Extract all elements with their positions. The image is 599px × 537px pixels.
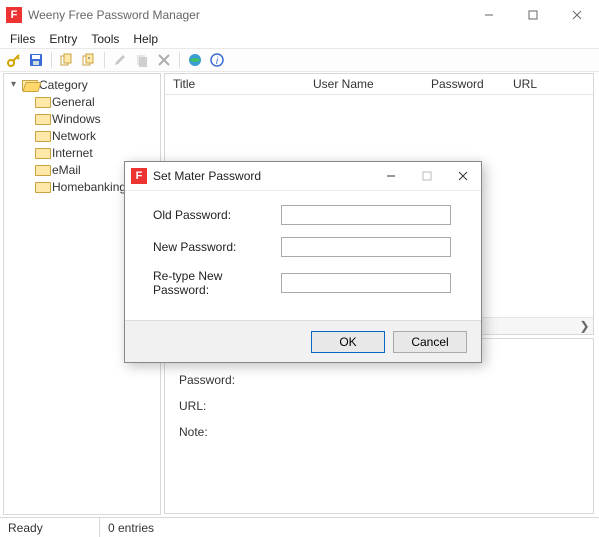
dialog-title: Set Mater Password (153, 169, 261, 183)
old-password-input[interactable] (281, 205, 451, 225)
separator (51, 52, 52, 68)
old-password-label: Old Password: (153, 208, 281, 222)
dialog-titlebar: F Set Mater Password (125, 162, 481, 191)
globe-icon[interactable] (185, 50, 205, 70)
menu-help[interactable]: Help (127, 31, 164, 47)
tree-item-windows[interactable]: Windows (4, 110, 160, 127)
close-button[interactable] (555, 0, 599, 29)
app-icon: F (6, 7, 22, 23)
folder-icon (35, 113, 49, 124)
tree-label: Internet (52, 146, 93, 160)
delete-icon[interactable] (154, 50, 174, 70)
key-icon[interactable] (4, 50, 24, 70)
titlebar: F Weeny Free Password Manager (0, 0, 599, 29)
scroll-right-icon[interactable]: ❯ (576, 318, 593, 335)
tree-item-internet[interactable]: Internet (4, 144, 160, 161)
tree-item-network[interactable]: Network (4, 127, 160, 144)
statusbar: Ready 0 entries (0, 517, 599, 537)
tree-label: Network (52, 129, 96, 143)
tree-item-general[interactable]: General (4, 93, 160, 110)
detail-password-label: Password: (179, 373, 579, 387)
folder-icon (35, 147, 49, 158)
retype-password-input[interactable] (281, 273, 451, 293)
menu-tools[interactable]: Tools (85, 31, 125, 47)
menu-entry[interactable]: Entry (43, 31, 83, 47)
detail-panel: User Name: Password: URL: Note: (164, 338, 594, 514)
folder-icon (35, 164, 49, 175)
dialog-minimize-button[interactable] (373, 162, 409, 190)
tree-label: Homebanking (52, 180, 126, 194)
folder-icon (35, 181, 49, 192)
detail-note-label: Note: (179, 425, 579, 439)
column-title[interactable]: Title (165, 74, 305, 94)
dialog-close-button[interactable] (445, 162, 481, 190)
folder-icon (35, 96, 49, 107)
retype-password-label: Re-type New Password: (153, 269, 281, 297)
tree-label: eMail (52, 163, 81, 177)
new-password-label: New Password: (153, 240, 281, 254)
dialog-app-icon: F (131, 168, 147, 184)
dialog-maximize-button (409, 162, 445, 190)
tree-label: General (52, 95, 95, 109)
menu-files[interactable]: Files (4, 31, 41, 47)
tree-root-category[interactable]: ▾ Category (4, 76, 160, 93)
set-master-password-dialog: F Set Mater Password Old Password: New P… (124, 161, 482, 363)
duplicate-icon[interactable] (132, 50, 152, 70)
separator (179, 52, 180, 68)
separator (104, 52, 105, 68)
list-header: Title User Name Password URL (165, 74, 593, 95)
column-username[interactable]: User Name (305, 74, 423, 94)
detail-url-label: URL: (179, 399, 579, 413)
tree-label: Windows (52, 112, 101, 126)
save-icon[interactable] (26, 50, 46, 70)
copy-password-icon[interactable] (79, 50, 99, 70)
toolbar: i (0, 48, 599, 72)
expand-icon[interactable]: ▾ (8, 79, 19, 90)
menubar: Files Entry Tools Help (0, 29, 599, 48)
copy-user-icon[interactable] (57, 50, 77, 70)
new-password-input[interactable] (281, 237, 451, 257)
tree-label: Category (39, 78, 88, 92)
ok-button[interactable]: OK (311, 331, 385, 353)
edit-icon[interactable] (110, 50, 130, 70)
status-entries: 0 entries (100, 518, 162, 537)
maximize-button[interactable] (511, 0, 555, 29)
status-ready: Ready (0, 518, 100, 537)
folder-icon (35, 130, 49, 141)
column-password[interactable]: Password (423, 74, 505, 94)
column-url[interactable]: URL (505, 74, 593, 94)
info-icon[interactable]: i (207, 50, 227, 70)
folder-open-icon (22, 79, 36, 90)
cancel-button[interactable]: Cancel (393, 331, 467, 353)
minimize-button[interactable] (467, 0, 511, 29)
app-title: Weeny Free Password Manager (28, 8, 200, 22)
